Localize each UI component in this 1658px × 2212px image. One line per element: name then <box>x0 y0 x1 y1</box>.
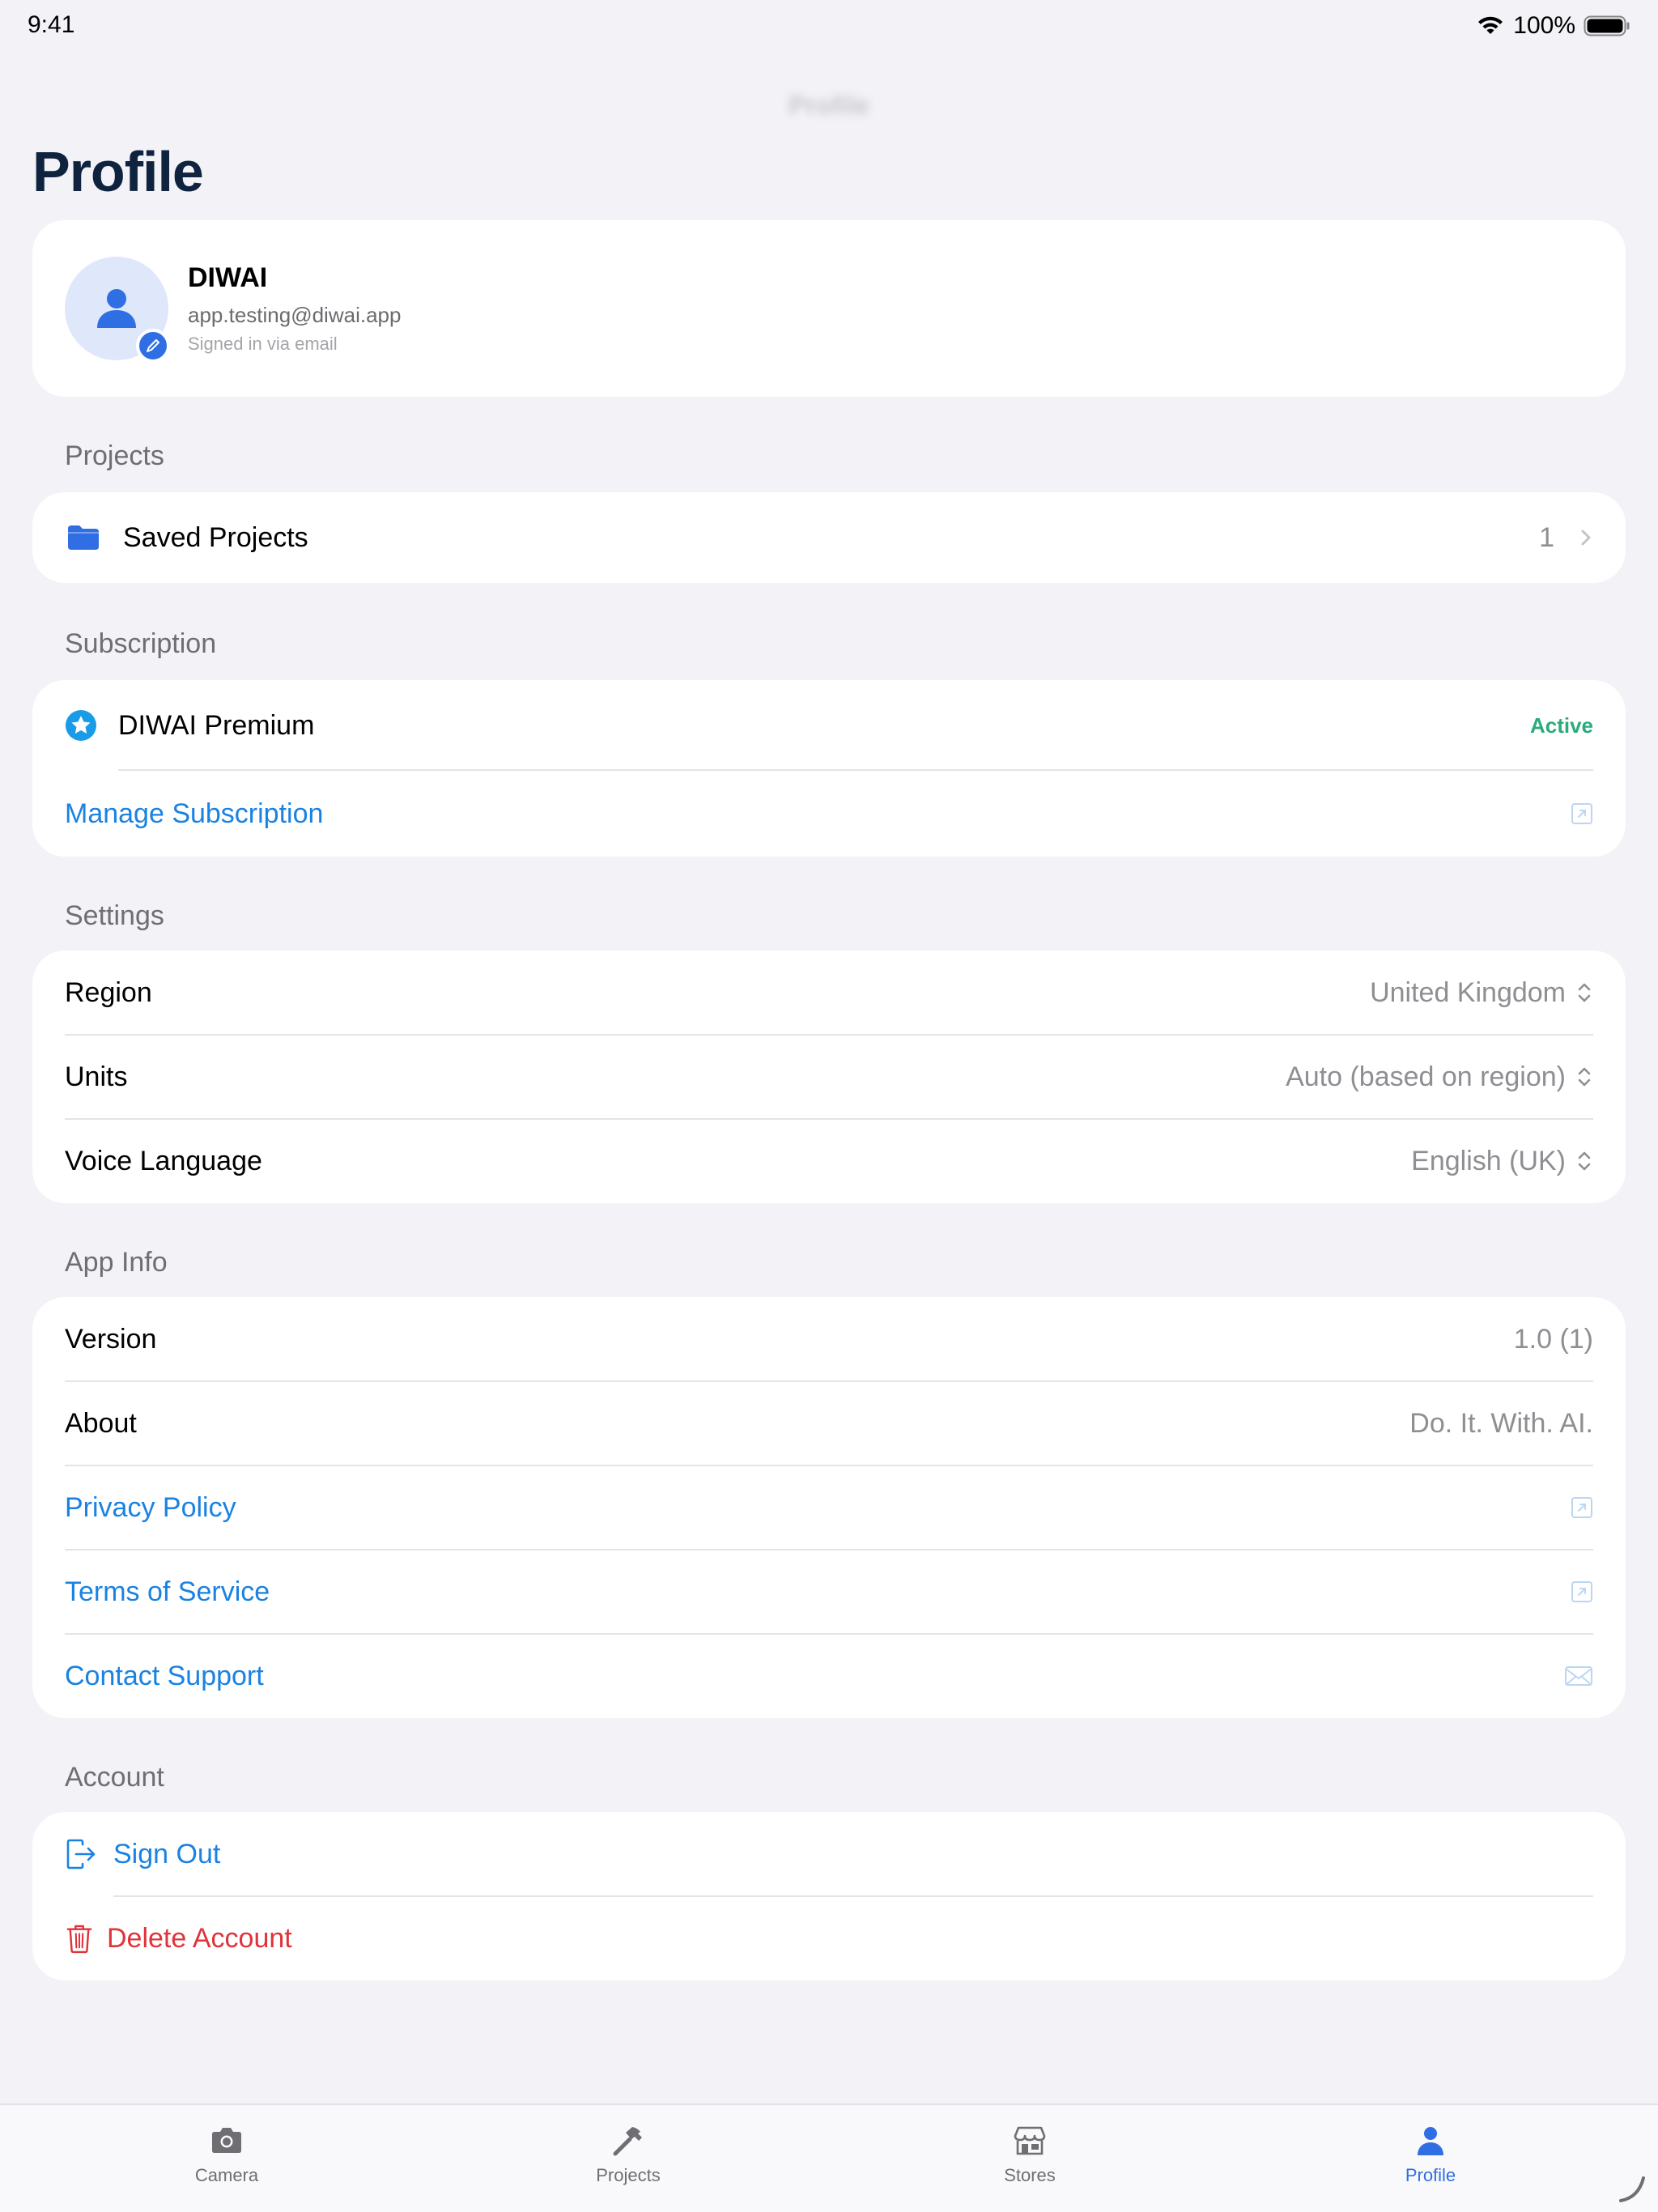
envelope-icon <box>1565 1666 1592 1686</box>
terms-of-service-link[interactable]: Terms of Service <box>65 1576 270 1608</box>
status-bar: 9:41 100% <box>0 0 1658 52</box>
units-label: Units <box>65 1061 128 1092</box>
contact-support-link[interactable]: Contact Support <box>65 1661 264 1692</box>
about-value: Do. It. With. AI. <box>1409 1407 1593 1439</box>
person-icon <box>97 289 136 328</box>
voice-language-value: English (UK) <box>1411 1145 1566 1176</box>
about-label: About <box>65 1407 137 1439</box>
saved-projects-count-group: 1 <box>1539 522 1593 554</box>
premium-label: DIWAI Premium <box>118 709 315 741</box>
camera-icon <box>212 2128 241 2153</box>
page-title: Profile <box>32 140 204 203</box>
subscription-card: DIWAI Premium Active Manage Subscription <box>32 680 1626 857</box>
tab-projects-label: Projects <box>596 2165 661 2185</box>
pencil-icon <box>147 339 159 352</box>
external-link-icon <box>1571 1497 1592 1518</box>
profile-card[interactable]: DIWAI app.testing@diwai.app Signed in vi… <box>32 220 1626 397</box>
section-header-settings: Settings <box>65 900 164 931</box>
section-header-account: Account <box>65 1762 164 1793</box>
profile-name: DIWAI <box>188 262 268 293</box>
status-indicators: 100% <box>1476 11 1630 40</box>
version-row: Version 1.0 (1) <box>32 1297 1626 1381</box>
saved-projects-count: 1 <box>1539 521 1554 553</box>
chevron-right-icon <box>1581 530 1591 546</box>
nav-title: Profile <box>789 91 869 120</box>
person-icon <box>1418 2127 1443 2155</box>
manage-subscription-link[interactable]: Manage Subscription <box>65 798 323 830</box>
store-icon <box>1014 2126 1046 2155</box>
settings-card: Region United Kingdom Units Auto (based … <box>32 951 1626 1203</box>
profile-screen: 9:41 100% Profile Profile DIWAI app.test… <box>0 0 1658 2212</box>
tab-bar: Camera Projects Stores Profile <box>0 2104 1658 2212</box>
folder-icon <box>68 525 99 550</box>
saved-projects-row[interactable]: Saved Projects 1 <box>32 496 1626 580</box>
units-picker[interactable]: Auto (based on region) <box>1286 1061 1593 1093</box>
delete-account-row[interactable]: Delete Account <box>32 1896 1626 1980</box>
tab-stores-label: Stores <box>1004 2165 1056 2185</box>
battery-icon <box>1584 15 1630 36</box>
tab-camera-label: Camera <box>194 2165 259 2185</box>
terms-of-service-row[interactable]: Terms of Service <box>32 1550 1626 1634</box>
corner-indicator-icon <box>1619 2176 1645 2202</box>
delete-account-button[interactable]: Delete Account <box>107 1923 292 1955</box>
tab-stores[interactable]: Stores <box>908 2105 1151 2212</box>
section-header-app-info: App Info <box>65 1247 168 1278</box>
voice-language-picker[interactable]: English (UK) <box>1411 1146 1593 1177</box>
projects-card: Saved Projects 1 <box>32 492 1626 583</box>
hammer-icon <box>613 2127 642 2156</box>
tab-profile-label: Profile <box>1405 2165 1456 2185</box>
tab-profile[interactable]: Profile <box>1309 2105 1552 2212</box>
section-header-projects: Projects <box>65 440 164 471</box>
voice-language-label: Voice Language <box>65 1145 262 1176</box>
status-time: 9:41 <box>28 11 75 38</box>
tab-projects[interactable]: Projects <box>507 2105 750 2212</box>
voice-language-row[interactable]: Voice Language English (UK) <box>32 1119 1626 1203</box>
contact-support-row[interactable]: Contact Support <box>32 1634 1626 1718</box>
region-row[interactable]: Region United Kingdom <box>32 951 1626 1035</box>
region-value: United Kingdom <box>1370 976 1566 1008</box>
version-value: 1.0 (1) <box>1513 1323 1593 1355</box>
chevron-up-down-icon <box>1578 1151 1591 1171</box>
about-row: About Do. It. With. AI. <box>32 1381 1626 1465</box>
star-badge-icon <box>66 710 96 741</box>
units-row[interactable]: Units Auto (based on region) <box>32 1035 1626 1119</box>
battery-percent: 100% <box>1513 12 1575 39</box>
section-header-subscription: Subscription <box>65 628 217 659</box>
region-label: Region <box>65 976 152 1008</box>
manage-subscription-row[interactable]: Manage Subscription <box>32 771 1626 857</box>
edit-avatar-button[interactable] <box>136 329 170 363</box>
app-info-card: Version 1.0 (1) About Do. It. With. AI. … <box>32 1297 1626 1718</box>
privacy-policy-link[interactable]: Privacy Policy <box>65 1492 236 1524</box>
chevron-up-down-icon <box>1578 1067 1591 1087</box>
tab-camera[interactable]: Camera <box>105 2105 348 2212</box>
privacy-policy-row[interactable]: Privacy Policy <box>32 1465 1626 1550</box>
sign-in-method: Signed in via email <box>188 334 338 354</box>
region-picker[interactable]: United Kingdom <box>1370 977 1593 1009</box>
account-card: Sign Out Delete Account <box>32 1812 1626 1980</box>
sign-out-button[interactable]: Sign Out <box>113 1839 220 1870</box>
units-value: Auto (based on region) <box>1286 1061 1566 1092</box>
external-link-icon <box>1571 803 1592 824</box>
trash-icon <box>66 1925 92 1954</box>
saved-projects-label: Saved Projects <box>123 521 308 553</box>
status-badge: Active <box>1529 713 1593 738</box>
wifi-icon <box>1478 16 1503 34</box>
chevron-up-down-icon <box>1578 983 1591 1002</box>
external-link-icon <box>1571 1581 1592 1602</box>
sign-out-icon <box>66 1839 96 1870</box>
version-label: Version <box>65 1323 157 1355</box>
profile-email: app.testing@diwai.app <box>188 303 402 327</box>
premium-row: DIWAI Premium Active <box>32 682 1626 769</box>
sign-out-row[interactable]: Sign Out <box>32 1812 1626 1896</box>
